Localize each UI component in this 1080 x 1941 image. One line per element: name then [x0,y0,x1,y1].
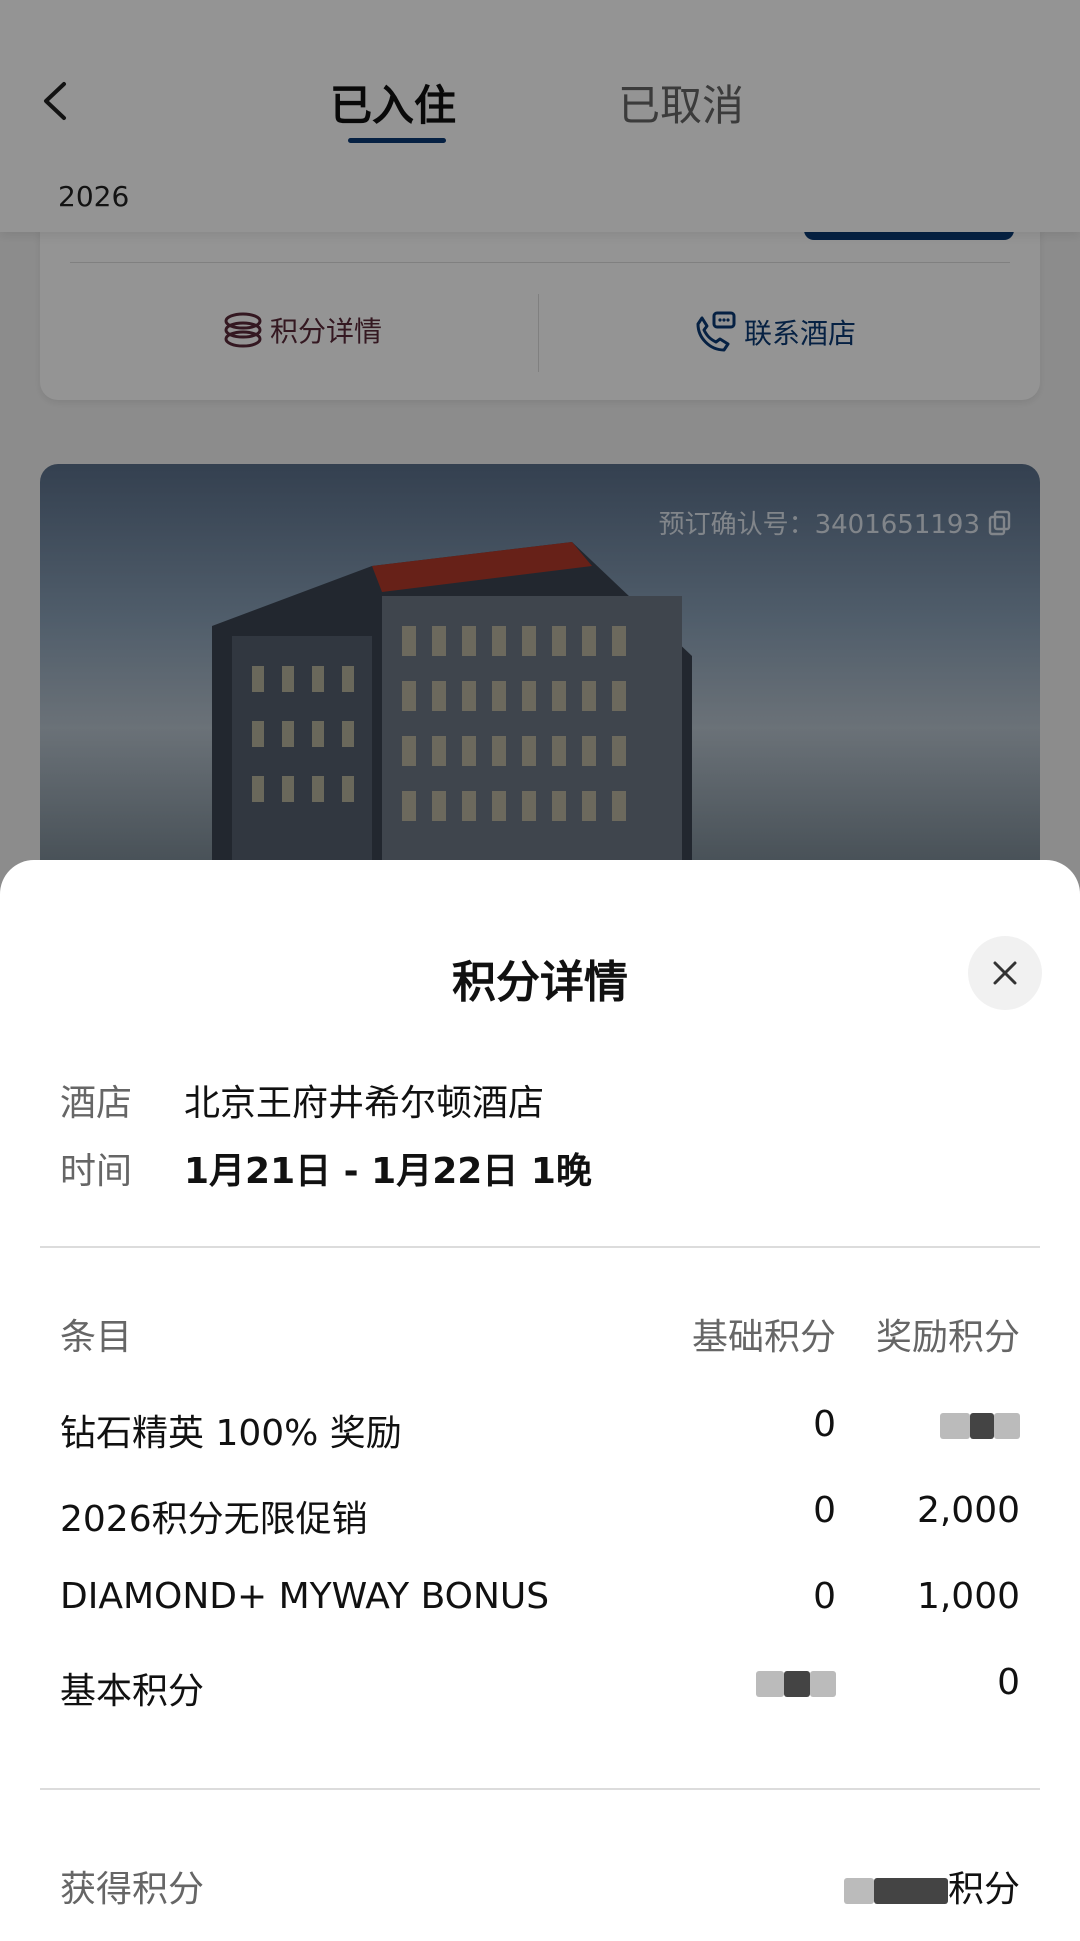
row-bonus-points: 2,000 [916,1490,1020,1531]
row-bonus-points: 1,000 [916,1576,1020,1617]
sheet-title: 积分详情 [452,957,628,1008]
redaction-mask [843,1878,874,1904]
redaction-mask [994,1413,1020,1439]
total-points-suffix: 积分 [947,1869,1020,1910]
redaction-mask [810,1671,836,1697]
row-bonus-points: 0 [997,1662,1020,1703]
column-header-item: 条目 [60,1317,133,1358]
redaction-mask [940,1413,970,1439]
section-divider [40,1788,1040,1790]
row-base-points: 0 [813,1576,836,1617]
row-item: 钻石精英 100% 奖励 [60,1413,402,1454]
time-label: 时间 [60,1151,133,1192]
total-points-label: 获得积分 [60,1869,205,1910]
column-header-bonus-points: 奖励积分 [875,1317,1020,1358]
row-base-points: 0 [813,1404,836,1445]
points-detail-sheet: 积分详情 酒店 北京王府井希尔顿酒店 时间 1月21日 - 1月22日 1晚 条… [0,860,1080,1941]
close-button[interactable] [968,936,1042,1010]
redaction-mask [784,1671,810,1697]
close-icon [993,961,1017,985]
total-points-value: 积分 [843,1860,1020,1912]
row-item: DIAMOND+ MYWAY BONUS [60,1576,550,1617]
hotel-value: 北京王府井希尔顿酒店 [184,1083,545,1124]
column-header-base-points: 基础积分 [691,1317,836,1358]
redaction-mask [970,1413,994,1439]
row-base-redacted [756,1662,836,1703]
time-value: 1月21日 - 1月22日 1晚 [184,1151,592,1192]
row-item: 基本积分 [60,1671,205,1712]
hotel-label: 酒店 [60,1083,133,1124]
row-bonus-redacted [940,1404,1020,1445]
redaction-mask [873,1878,948,1904]
redaction-mask [756,1671,784,1697]
row-item: 2026积分无限促销 [60,1499,368,1540]
row-base-points: 0 [813,1490,836,1531]
section-divider [40,1246,1040,1248]
